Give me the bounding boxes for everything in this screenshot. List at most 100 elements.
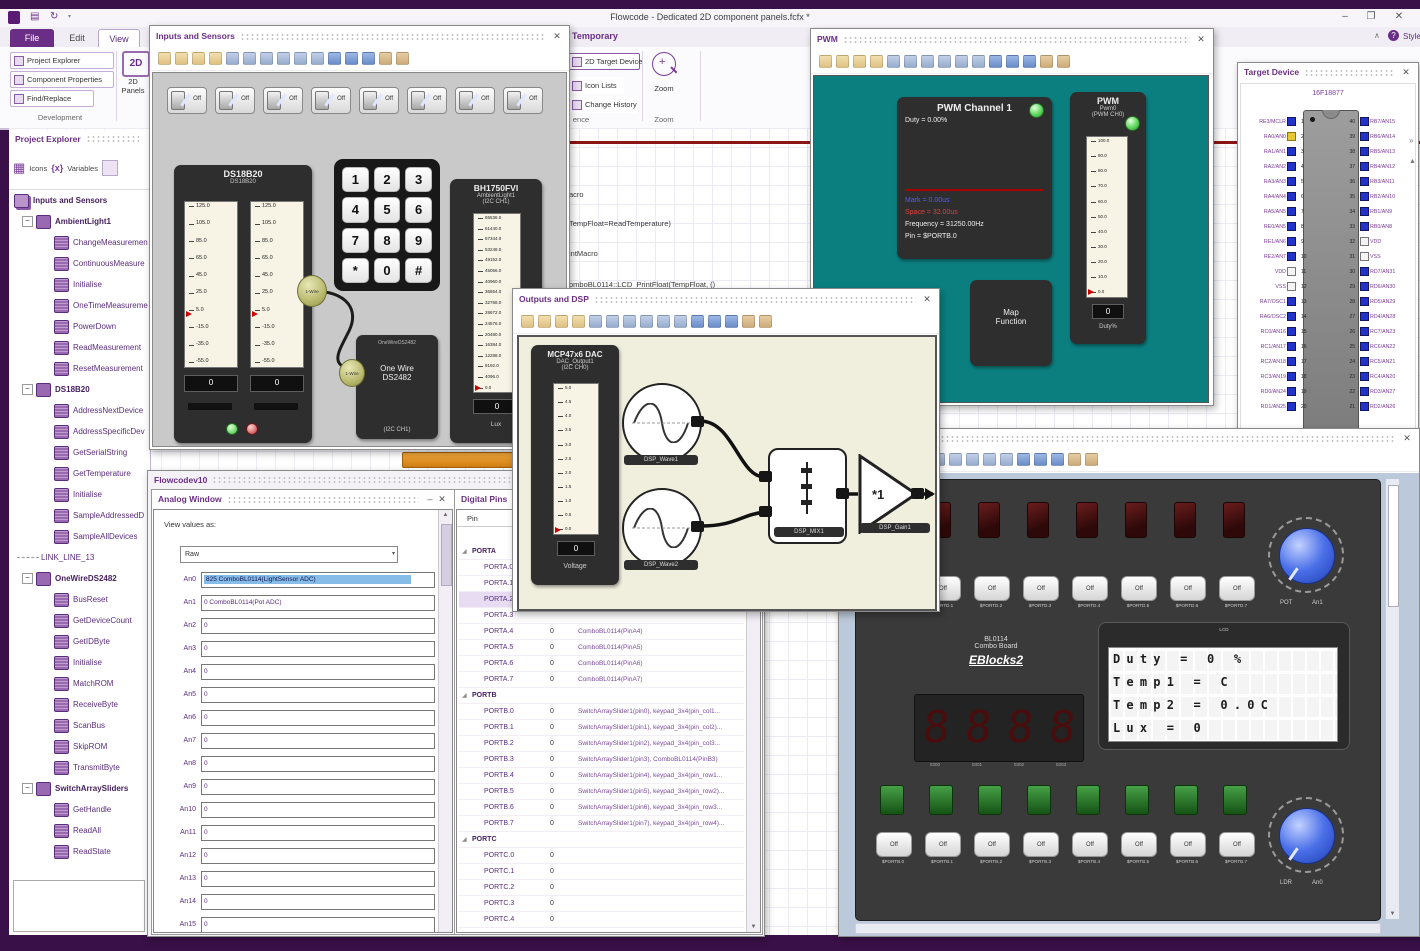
switch-knob[interactable] [267, 91, 281, 110]
digital-pin-row[interactable]: PORTC [459, 832, 744, 848]
board-switch[interactable] [1223, 785, 1247, 815]
toolbar-icon[interactable] [311, 51, 324, 65]
toolbar-icon[interactable] [1017, 452, 1030, 466]
tree-item[interactable]: SwitchArraySliders [9, 778, 150, 799]
keypad-key[interactable]: 4 [342, 197, 369, 223]
tree-item[interactable]: ChangeMeasuremen [9, 232, 150, 253]
analog-value-input[interactable]: 0 [201, 847, 435, 864]
keypad-key[interactable]: 6 [405, 197, 432, 223]
pin-pad[interactable] [1287, 327, 1296, 336]
pin-pad[interactable] [1287, 237, 1296, 246]
toolbar-icon[interactable] [589, 314, 602, 328]
board-push-button[interactable]: Off [1219, 832, 1255, 857]
pin-pad[interactable] [1287, 177, 1296, 186]
slide-switch[interactable]: Off [407, 87, 447, 114]
board-push-button[interactable]: Off [925, 832, 961, 857]
dsp-wave1-block[interactable] [622, 383, 702, 463]
pin-pad[interactable] [1287, 117, 1296, 126]
toolbar-icon[interactable] [294, 51, 307, 65]
board-switch[interactable] [929, 785, 953, 815]
keypad-key[interactable]: * [342, 257, 369, 283]
digital-pin-row[interactable]: PORTC.0 0 [459, 848, 744, 864]
tab-view[interactable]: View [98, 29, 140, 48]
board-switch[interactable] [1174, 785, 1198, 815]
group-expander-icon[interactable] [459, 548, 472, 555]
expander-icon[interactable] [22, 384, 33, 395]
toolbar-icon[interactable] [691, 314, 704, 328]
tree-item[interactable]: LINK_LINE_13 [9, 547, 150, 568]
style-menu[interactable]: Style [1403, 32, 1420, 41]
slider-marker[interactable] [555, 526, 561, 533]
toolbar-icon[interactable] [742, 314, 755, 328]
board-push-button[interactable]: Off [1023, 576, 1059, 601]
slide-switch[interactable]: Off [455, 87, 495, 114]
switch-knob[interactable] [363, 91, 377, 110]
keypad-key[interactable]: 2 [373, 167, 401, 193]
tree-item[interactable]: AmbientLight1 [9, 211, 150, 232]
pin-pad[interactable] [1360, 117, 1369, 126]
expander-icon[interactable] [22, 573, 33, 584]
toolbar-icon[interactable] [989, 54, 1002, 68]
close-icon[interactable]: ✕ [436, 494, 448, 505]
toolbar-icon[interactable] [277, 51, 290, 65]
map-function-block[interactable]: Map Function [970, 280, 1052, 366]
drag-dots[interactable] [593, 295, 916, 303]
digital-pin-row[interactable]: PORTC.4 0 [459, 912, 744, 928]
pin-pad[interactable] [1360, 327, 1369, 336]
scrollbar[interactable]: ▼ [1385, 479, 1399, 919]
tree-item[interactable]: ReadState [9, 841, 150, 862]
toolbar-icon[interactable] [1034, 452, 1047, 466]
tree-item[interactable]: SampleAddressedD [9, 505, 150, 526]
tree-item[interactable]: ReadMeasurement [9, 337, 150, 358]
keypad-key[interactable]: # [405, 257, 432, 283]
slider-marker[interactable] [475, 384, 481, 391]
tree-item[interactable]: OneWireDS2482 [9, 568, 150, 589]
keypad-key[interactable]: 0 [373, 257, 401, 283]
restore-button[interactable]: ❐ [1362, 11, 1380, 22]
analog-value-input[interactable]: 0 [201, 916, 435, 932]
scroll-up-icon[interactable]: ▲ [439, 512, 452, 518]
toolbar-icon[interactable] [949, 452, 962, 466]
digital-pin-row[interactable]: PORTC.1 0 [459, 864, 744, 880]
close-icon[interactable]: ✕ [1401, 433, 1413, 444]
toolbar-icon[interactable] [328, 51, 341, 65]
slide-switch[interactable]: Off [311, 87, 351, 114]
digital-pin-row[interactable]: PORTB.0 0 SwitchArraySlider1(pin0), keyp… [459, 704, 744, 720]
voltage-slider[interactable]: 5.0 4.5 4.0 3.5 3.0 2.5 2.0 1.5 1.0 0.5 0.0 [553, 383, 599, 535]
board-push-button[interactable]: Off [974, 832, 1010, 857]
tree-item[interactable]: ReceiveByte [9, 694, 150, 715]
digital-pin-row[interactable]: PORTC.5 0 [459, 928, 744, 932]
tree-item[interactable]: DS18B20 [9, 379, 150, 400]
digital-pin-row[interactable]: PORTA.6 0 ComboBL0114(PinA6) [459, 656, 744, 672]
tree-item[interactable]: GetIDByte [9, 631, 150, 652]
toolbar-icon[interactable] [853, 54, 866, 68]
pin-pad[interactable] [1287, 132, 1296, 141]
onewire-pad[interactable]: 1-Wire [297, 275, 327, 307]
digital-pin-row[interactable]: PORTB.5 0 SwitchArraySlider1(pin5), keyp… [459, 784, 744, 800]
board-push-button[interactable]: Off [1170, 832, 1206, 857]
thermometer-slider-2[interactable]: 125.0 105.0 85.0 65.0 45.0 25.0 5.0 -15.0 -35.0 -… [250, 201, 304, 368]
pin-pad[interactable] [1360, 162, 1369, 171]
toolbar-icon[interactable] [606, 314, 619, 328]
toolbar-icon[interactable] [623, 314, 636, 328]
ldr-knob[interactable] [1279, 808, 1335, 864]
pin-pad[interactable] [1360, 387, 1369, 396]
pin-pad[interactable] [1360, 237, 1369, 246]
slide-switch[interactable]: Off [503, 87, 543, 114]
scroll-thumb[interactable] [1388, 485, 1399, 607]
onewire-block[interactable]: OneWireDS2482 One Wire DS2482 (I2C CH1) [356, 335, 438, 439]
thermometer-slider-1[interactable]: 125.0 105.0 85.0 65.0 45.0 25.0 5.0 -15.0 -35.0 -… [184, 201, 238, 368]
pin-pad[interactable] [1360, 372, 1369, 381]
toolbar-icon[interactable] [345, 51, 358, 65]
project-explorer-button[interactable]: Project Explorer [10, 52, 114, 69]
toolbar-icon[interactable] [260, 51, 273, 65]
group-expander-icon[interactable] [459, 692, 472, 699]
tree-item[interactable]: AddressSpecificDev [9, 421, 150, 442]
slide-switch[interactable]: Off [215, 87, 255, 114]
board-push-button[interactable]: Off [1023, 832, 1059, 857]
help-icon[interactable]: ? [1388, 30, 1399, 41]
board-switch[interactable] [1027, 785, 1051, 815]
toolbar-icon[interactable] [836, 54, 849, 68]
digital-pin-row[interactable]: PORTB.2 0 SwitchArraySlider1(pin2), keyp… [459, 736, 744, 752]
pin-pad[interactable] [1287, 372, 1296, 381]
